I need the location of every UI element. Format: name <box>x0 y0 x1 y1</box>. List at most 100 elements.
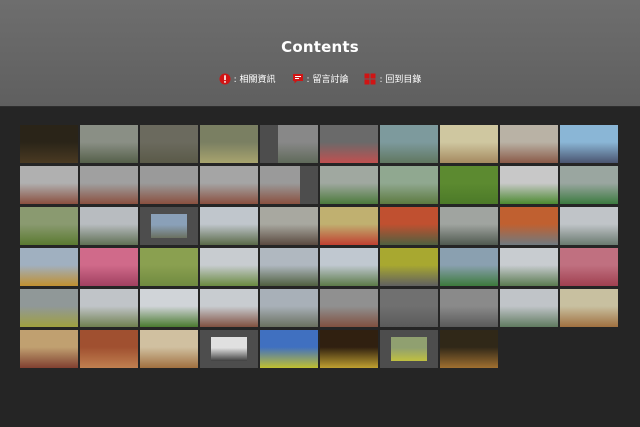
page-thumbnail[interactable] <box>440 125 498 163</box>
page-thumbnail[interactable] <box>440 330 498 368</box>
page-thumbnail[interactable] <box>260 125 318 163</box>
thumbnail-image <box>20 125 78 163</box>
page-thumbnail[interactable] <box>200 330 258 368</box>
page-thumbnail[interactable] <box>140 330 198 368</box>
page-thumbnail[interactable] <box>200 248 258 286</box>
thumbnail-image <box>500 125 558 163</box>
thumbnail-image <box>500 248 558 286</box>
page-thumbnail[interactable] <box>320 330 378 368</box>
page-thumbnail[interactable] <box>80 207 138 245</box>
page-thumbnail[interactable] <box>140 248 198 286</box>
thumbnail-image <box>200 166 258 204</box>
page-thumbnail[interactable] <box>80 289 138 327</box>
page-thumbnail[interactable] <box>320 166 378 204</box>
page-thumbnail[interactable] <box>380 207 438 245</box>
page-thumbnail[interactable] <box>200 207 258 245</box>
thumbnail-image <box>320 125 378 163</box>
page-thumbnail[interactable] <box>140 166 198 204</box>
legend-label-comments: : 留言討論 <box>306 75 349 85</box>
thumbnail-image <box>440 248 498 286</box>
legend-label-related-info: : 相關資訊 <box>233 75 276 85</box>
thumbnail-image <box>200 207 258 245</box>
thumbnail-image <box>80 166 138 204</box>
page-thumbnail[interactable] <box>80 125 138 163</box>
page-thumbnail[interactable] <box>20 166 78 204</box>
thumbnail-image <box>380 125 438 163</box>
legend-item-back-to-contents[interactable]: : 回到目錄 <box>364 72 421 85</box>
page-thumbnail[interactable] <box>140 289 198 327</box>
thumbnail-image <box>440 125 498 163</box>
page-thumbnail[interactable] <box>380 248 438 286</box>
page-thumbnail[interactable] <box>380 289 438 327</box>
thumbnail-image <box>320 330 378 368</box>
page-thumbnail[interactable] <box>140 125 198 163</box>
info-icon[interactable] <box>219 73 231 85</box>
thumbnail-image <box>500 166 558 204</box>
page-thumbnail[interactable] <box>560 125 618 163</box>
thumbnail-image <box>260 289 318 327</box>
page-thumbnail[interactable] <box>500 207 558 245</box>
page-thumbnail[interactable] <box>320 248 378 286</box>
page-thumbnail[interactable] <box>560 289 618 327</box>
page-thumbnail[interactable] <box>320 125 378 163</box>
page-thumbnail[interactable] <box>140 207 198 245</box>
thumbnail-image <box>320 289 378 327</box>
thumbnail-image <box>500 207 558 245</box>
thumbnail-image <box>200 248 258 286</box>
thumbnail-image <box>20 166 78 204</box>
page-thumbnail[interactable] <box>80 330 138 368</box>
page-title: Contents <box>281 38 359 56</box>
page-thumbnail[interactable] <box>200 166 258 204</box>
thumbnail-image <box>260 248 318 286</box>
thumbnail-image <box>151 214 187 238</box>
page-thumbnail[interactable] <box>440 207 498 245</box>
page-thumbnail[interactable] <box>20 248 78 286</box>
header-bar: Contents : 相關資訊 : 留言討論: 回到目錄 <box>0 0 640 107</box>
page-thumbnail[interactable] <box>500 289 558 327</box>
page-thumbnail[interactable] <box>80 248 138 286</box>
thumbnail-image <box>440 289 498 327</box>
page-thumbnail[interactable] <box>500 166 558 204</box>
legend-item-comments[interactable]: : 留言討論 <box>292 72 349 85</box>
page-thumbnail[interactable] <box>200 125 258 163</box>
page-thumbnail[interactable] <box>260 330 318 368</box>
page-thumbnail[interactable] <box>560 248 618 286</box>
grid-icon[interactable] <box>364 73 376 85</box>
thumbnail-image <box>80 207 138 245</box>
legend-item-related-info[interactable]: : 相關資訊 <box>219 72 276 85</box>
thumbnail-image <box>20 289 78 327</box>
thumbnail-image <box>20 330 78 368</box>
page-thumbnail[interactable] <box>380 125 438 163</box>
page-thumbnail[interactable] <box>500 248 558 286</box>
thumbnail-image <box>440 330 498 368</box>
page-thumbnail[interactable] <box>20 330 78 368</box>
thumbnail-image <box>80 330 138 368</box>
thumbnail-image <box>560 289 618 327</box>
page-thumbnail[interactable] <box>380 330 438 368</box>
page-thumbnail[interactable] <box>260 248 318 286</box>
page-thumbnail[interactable] <box>20 125 78 163</box>
thumbnail-image <box>320 166 378 204</box>
page-thumbnail[interactable] <box>560 207 618 245</box>
thumbnail-image <box>380 166 438 204</box>
page-thumbnail[interactable] <box>20 207 78 245</box>
page-thumbnail[interactable] <box>260 166 318 204</box>
page-thumbnail[interactable] <box>500 125 558 163</box>
page-thumbnail[interactable] <box>440 289 498 327</box>
thumbnail-image <box>211 337 247 361</box>
page-thumbnail[interactable] <box>200 289 258 327</box>
page-thumbnail[interactable] <box>80 166 138 204</box>
page-thumbnail[interactable] <box>20 289 78 327</box>
page-thumbnail[interactable] <box>260 289 318 327</box>
page-thumbnail[interactable] <box>560 166 618 204</box>
page-thumbnail[interactable] <box>380 166 438 204</box>
page-thumbnail[interactable] <box>260 207 318 245</box>
thumbnail-image <box>200 125 258 163</box>
thumbnail-image <box>20 207 78 245</box>
page-thumbnail[interactable] <box>320 207 378 245</box>
comment-icon[interactable] <box>292 73 304 85</box>
page-thumbnail[interactable] <box>320 289 378 327</box>
thumbnail-image <box>560 207 618 245</box>
page-thumbnail[interactable] <box>440 248 498 286</box>
page-thumbnail[interactable] <box>440 166 498 204</box>
